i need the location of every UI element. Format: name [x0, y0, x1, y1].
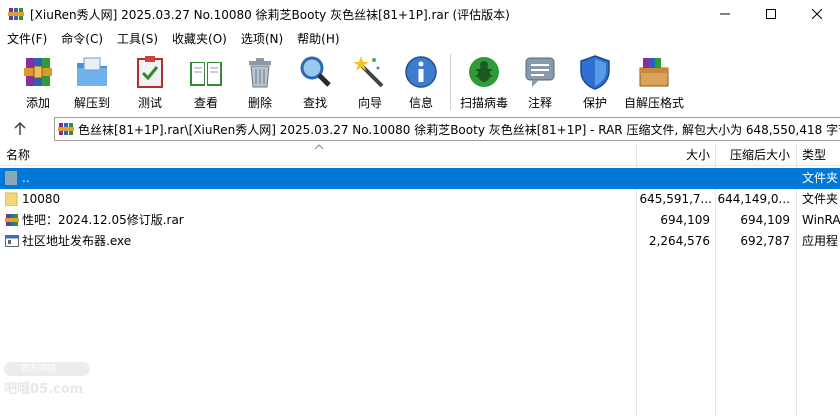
find-magnifier-icon	[300, 56, 331, 87]
delete-label: 删除	[247, 96, 272, 110]
file-packed-size: 644,149,0...	[717, 192, 790, 206]
file-name: 社区地址发布器.exe	[22, 234, 132, 248]
virus-scan-button[interactable]: 扫描病毒	[455, 48, 513, 114]
extract-to-label: 解压到	[73, 96, 110, 110]
test-button[interactable]: 测试	[122, 48, 178, 114]
rar-archive-icon	[58, 123, 74, 135]
folder-icon	[5, 192, 18, 206]
comment-icon	[525, 57, 555, 87]
sfx-button[interactable]: 自解压格式	[623, 48, 685, 114]
maximize-icon	[766, 9, 776, 19]
view-button[interactable]: 查看	[178, 48, 234, 114]
info-icon	[405, 56, 437, 88]
test-label: 测试	[137, 96, 162, 110]
comment-button[interactable]: 注释	[513, 48, 567, 114]
wizard-label: 向导	[357, 96, 382, 110]
protect-button[interactable]: 保护	[567, 48, 623, 114]
file-row-exe[interactable]: 社区地址发布器.exe 2,264,576 692,787 应用程	[0, 231, 840, 252]
column-size-header[interactable]: 大小	[636, 144, 710, 166]
file-size: 645,591,7...	[639, 192, 712, 206]
extract-to-button[interactable]: 解压到	[62, 48, 122, 114]
file-type: WinRA	[802, 213, 840, 227]
file-size: 2,264,576	[648, 234, 710, 248]
menu-help[interactable]: 帮助(H)	[290, 30, 346, 47]
file-name: ..	[22, 171, 30, 185]
sfx-box-icon	[639, 58, 669, 87]
toolbar: 添加 解压到 测试 查看 删除 查找 向导 信息 扫描病毒 注释 保护 自解压格…	[0, 48, 840, 114]
menu-commands[interactable]: 命令(C)	[54, 30, 110, 47]
add-label: 添加	[25, 96, 50, 110]
title-bar: [XiuRen秀人网] 2025.03.27 No.10080 徐莉芝Booty…	[0, 0, 840, 28]
address-path-field[interactable]: 色丝袜[81+1P].rar\[XiuRen秀人网] 2025.03.27 No…	[54, 117, 840, 141]
virus-scan-label: 扫描病毒	[459, 96, 508, 110]
menu-favorites[interactable]: 收藏夹(O)	[165, 30, 234, 47]
wizard-button[interactable]: 向导	[344, 48, 396, 114]
view-label: 查看	[193, 96, 218, 110]
close-button[interactable]	[794, 0, 840, 28]
menu-bar: 文件(F) 命令(C) 工具(S) 收藏夹(O) 选项(N) 帮助(H)	[0, 28, 840, 48]
address-path-text: 色丝袜[81+1P].rar\[XiuRen秀人网] 2025.03.27 No…	[78, 122, 840, 137]
column-packed-header[interactable]: 压缩后大小	[716, 144, 790, 166]
file-type: 文件夹	[802, 171, 839, 185]
virus-scan-icon	[469, 57, 499, 87]
watermark-top-text: 官方网站	[4, 362, 90, 376]
menu-tools[interactable]: 工具(S)	[110, 30, 165, 47]
protect-label: 保护	[582, 96, 607, 110]
exe-file-icon	[5, 235, 19, 247]
test-icon	[137, 56, 163, 88]
maximize-button[interactable]	[748, 0, 794, 28]
delete-button[interactable]: 删除	[234, 48, 286, 114]
file-type: 文件夹	[802, 192, 839, 206]
folder-up-icon	[5, 171, 17, 185]
add-button[interactable]: 添加	[14, 48, 62, 114]
arrow-up-icon	[14, 122, 26, 135]
file-row-parent[interactable]: .. 文件夹	[0, 168, 840, 189]
winrar-app-icon	[8, 6, 24, 22]
sfx-label: 自解压格式	[623, 96, 684, 110]
info-label: 信息	[408, 96, 433, 110]
info-button[interactable]: 信息	[396, 48, 446, 114]
wizard-wand-icon	[353, 56, 384, 88]
site-watermark: 官方网站 吧哦05.com	[4, 362, 94, 397]
comment-label: 注释	[527, 96, 552, 110]
extract-to-icon	[77, 57, 107, 86]
delete-trash-icon	[249, 58, 271, 88]
watermark-bottom-text: 吧哦05.com	[4, 382, 84, 397]
rar-file-icon	[5, 214, 19, 226]
find-label: 查找	[302, 96, 327, 110]
address-bar: 色丝袜[81+1P].rar\[XiuRen秀人网] 2025.03.27 No…	[0, 116, 840, 142]
file-name: 10080	[22, 192, 61, 206]
file-row-folder[interactable]: 10080 645,591,7... 644,149,0... 文件夹	[0, 189, 840, 210]
toolbar-separator	[450, 54, 451, 110]
menu-file[interactable]: 文件(F)	[0, 30, 54, 47]
file-packed-size: 692,787	[740, 234, 790, 248]
file-row-rar[interactable]: 性吧：2024.12.05修订版.rar 694,109 694,109 Win…	[0, 210, 840, 231]
protect-shield-icon	[580, 55, 610, 90]
window-title: [XiuRen秀人网] 2025.03.27 No.10080 徐莉芝Booty…	[30, 7, 510, 22]
view-book-icon	[190, 62, 222, 86]
add-archive-icon	[24, 58, 52, 86]
file-type: 应用程	[802, 234, 839, 248]
file-size: 694,109	[660, 213, 710, 227]
close-icon	[812, 9, 822, 19]
minimize-button[interactable]	[702, 0, 748, 28]
menu-options[interactable]: 选项(N)	[234, 30, 290, 47]
column-type-header[interactable]: 类型	[802, 144, 826, 166]
file-packed-size: 694,109	[740, 213, 790, 227]
sort-ascending-icon	[314, 144, 324, 150]
file-name: 性吧：2024.12.05修订版.rar	[22, 213, 184, 227]
column-name-header[interactable]: 名称	[6, 144, 30, 166]
file-list-header: 名称 大小 压缩后大小 类型	[0, 144, 840, 166]
minimize-icon	[720, 13, 730, 15]
up-one-level-button[interactable]	[0, 116, 40, 142]
find-button[interactable]: 查找	[286, 48, 344, 114]
